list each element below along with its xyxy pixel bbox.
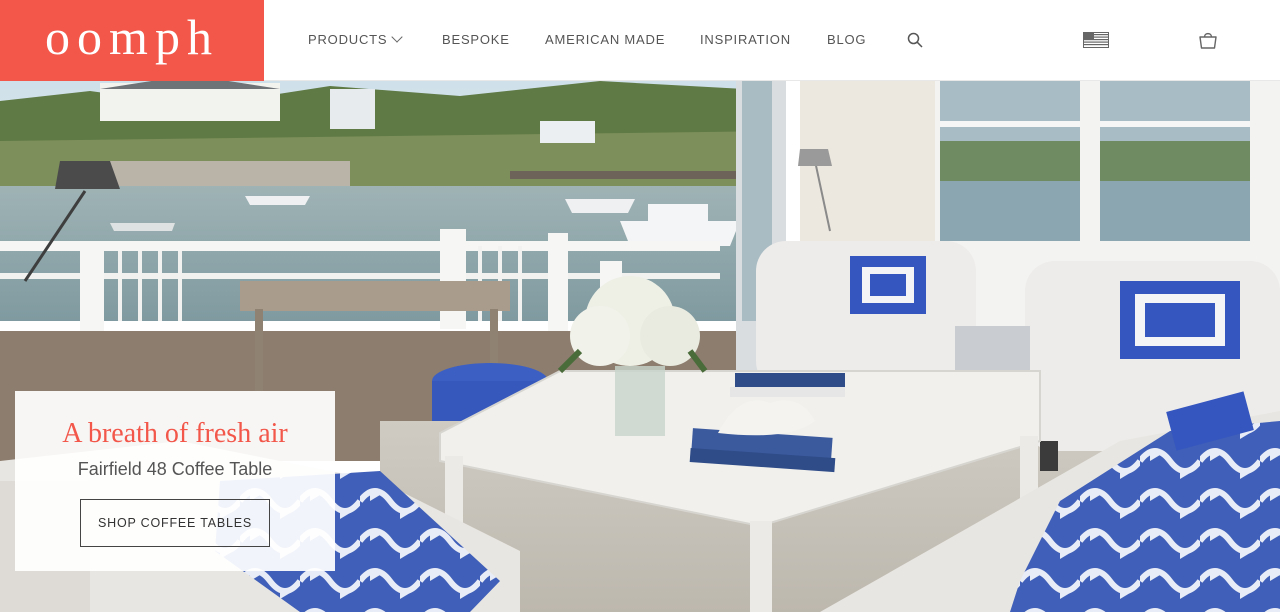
site-header: oomph PRODUCTS BESPOKE AMERICAN MADE INS… [0, 0, 1280, 81]
logo[interactable]: oomph [0, 0, 264, 81]
nav-american-made[interactable]: AMERICAN MADE [545, 32, 665, 47]
hero-banner[interactable]: A breath of fresh air Fairfield 48 Coffe… [0, 81, 1280, 612]
logo-text: oomph [45, 8, 219, 65]
hero-subheadline: Fairfield 48 Coffee Table [77, 459, 273, 479]
nav-bespoke[interactable]: BESPOKE [442, 32, 510, 47]
chevron-down-icon [391, 31, 404, 43]
shopping-bag-icon[interactable] [1198, 31, 1218, 49]
hero-headline: A breath of fresh air [62, 418, 288, 449]
shop-coffee-tables-button[interactable]: SHOP COFFEE TABLES [80, 499, 270, 547]
us-flag-icon[interactable] [1083, 32, 1109, 48]
nav-products[interactable]: PRODUCTS [308, 31, 404, 47]
nav-products-label: PRODUCTS [308, 32, 388, 47]
nav-inspiration[interactable]: INSPIRATION [700, 32, 791, 47]
nav-blog[interactable]: BLOG [827, 32, 866, 47]
hero-promo-card: A breath of fresh air Fairfield 48 Coffe… [15, 391, 335, 571]
search-icon[interactable] [907, 32, 923, 48]
